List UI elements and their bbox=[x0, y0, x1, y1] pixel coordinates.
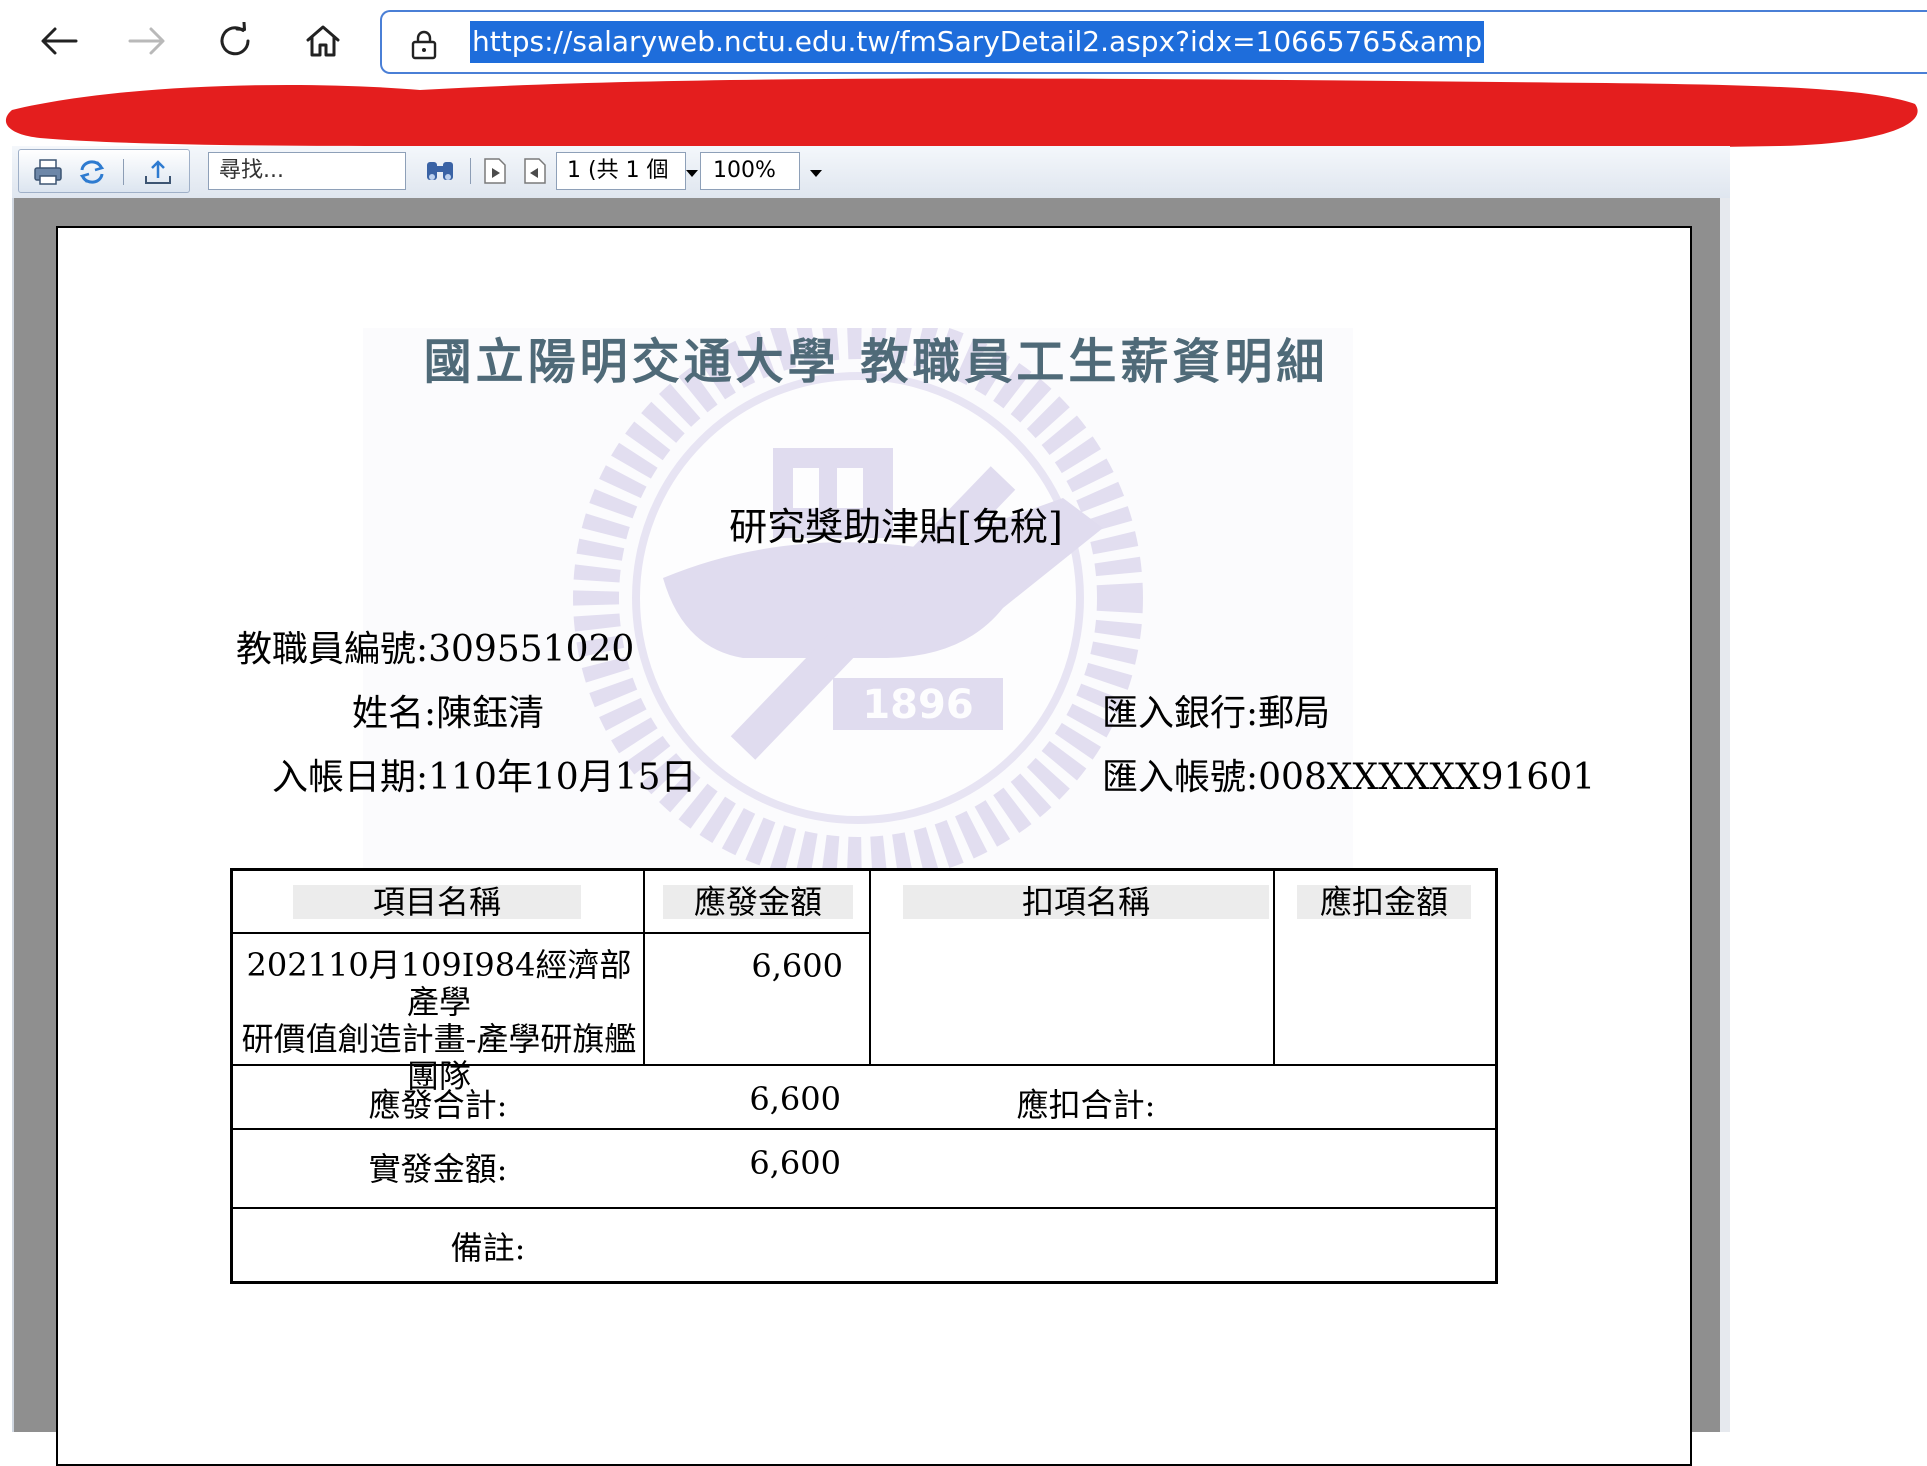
net-pay-label: 實發金額: bbox=[368, 1150, 508, 1188]
export-icon[interactable] bbox=[143, 158, 173, 186]
chevron-down-icon[interactable] bbox=[810, 170, 822, 177]
deposit-date-field: 入帳日期:110年10月15日 bbox=[272, 748, 696, 800]
name-value: 陳鈺清 bbox=[436, 693, 545, 734]
employee-id-field: 教職員編號:309551020 bbox=[236, 620, 634, 672]
reload-icon bbox=[220, 22, 250, 56]
arrow-left-icon bbox=[41, 27, 78, 55]
toolbar-separator bbox=[470, 158, 471, 184]
account-label: 匯入帳號: bbox=[1102, 757, 1259, 798]
browser-toolbar: https://salaryweb.nctu.edu.tw/fmSaryDeta… bbox=[0, 0, 1927, 86]
forward-button[interactable] bbox=[122, 16, 172, 66]
back-button[interactable] bbox=[34, 16, 84, 66]
name-field: 姓名:陳鈺清 bbox=[352, 684, 544, 736]
total-pay-value: 6,600 bbox=[749, 1080, 841, 1118]
bank-label: 匯入銀行: bbox=[1102, 693, 1259, 734]
total-deduct-label: 應扣合計: bbox=[1016, 1086, 1156, 1124]
lock-icon bbox=[411, 30, 437, 60]
bank-field: 匯入銀行:郵局 bbox=[1102, 684, 1330, 736]
table-divider bbox=[1273, 871, 1275, 1064]
url-text[interactable]: https://salaryweb.nctu.edu.tw/fmSaryDeta… bbox=[470, 21, 1485, 63]
table-divider bbox=[869, 871, 871, 1064]
seal-year-text: 1896 bbox=[862, 682, 973, 728]
last-page-icon[interactable] bbox=[520, 156, 550, 186]
report-viewer-toolbar: 尋找... 1 (共 1 個 100% bbox=[12, 146, 1730, 199]
home-button[interactable] bbox=[298, 16, 348, 66]
header-deduct-name: 扣項名稱 bbox=[903, 885, 1269, 919]
next-page-icon[interactable] bbox=[480, 156, 510, 186]
find-input[interactable]: 尋找... bbox=[208, 152, 406, 190]
home-icon bbox=[306, 25, 340, 57]
table-divider bbox=[233, 1128, 1495, 1130]
deposit-date-value: 110年10月15日 bbox=[428, 757, 697, 798]
toolbar-separator bbox=[123, 159, 124, 185]
header-pay-amount: 應發金額 bbox=[663, 885, 853, 919]
item-pay-amount: 6,600 bbox=[751, 947, 843, 985]
employee-id-value: 309551020 bbox=[428, 629, 635, 670]
report-viewer-area: 1896 國立陽明交通大學 教職員工生薪資明細 研究獎助津貼[免稅] 教職員編號… bbox=[12, 198, 1730, 1466]
table-divider bbox=[643, 871, 645, 1064]
account-value: 008XXXXXX91601 bbox=[1258, 757, 1596, 798]
report-page: 1896 國立陽明交通大學 教職員工生薪資明細 研究獎助津貼[免稅] 教職員編號… bbox=[56, 226, 1692, 1466]
deposit-date-label: 入帳日期: bbox=[272, 757, 429, 798]
report-subtitle: 研究獎助津貼[免稅] bbox=[729, 505, 1063, 549]
print-icon[interactable] bbox=[33, 158, 63, 186]
table-divider bbox=[233, 932, 871, 934]
header-item-name: 項目名稱 bbox=[293, 885, 581, 919]
arrow-right-icon bbox=[128, 27, 165, 55]
report-title: 國立陽明交通大學 教職員工生薪資明細 bbox=[423, 334, 1329, 390]
reload-button[interactable] bbox=[210, 16, 260, 66]
header-deduct-amount: 應扣金額 bbox=[1297, 885, 1471, 919]
item-name-line: 202110月109I984經濟部產學 bbox=[246, 946, 632, 1021]
page-selector[interactable]: 1 (共 1 個 bbox=[556, 152, 686, 190]
total-pay-label: 應發合計: bbox=[368, 1086, 508, 1124]
name-label: 姓名: bbox=[352, 693, 437, 734]
table-divider bbox=[233, 1207, 1495, 1209]
net-pay-value: 6,600 bbox=[749, 1144, 841, 1182]
binoculars-icon[interactable] bbox=[424, 156, 456, 186]
address-bar[interactable]: https://salaryweb.nctu.edu.tw/fmSaryDeta… bbox=[380, 10, 1927, 74]
bank-value: 郵局 bbox=[1258, 693, 1331, 734]
salary-detail-table: 項目名稱 應發金額 扣項名稱 應扣金額 202110月109I984經濟部產學 … bbox=[230, 868, 1498, 1284]
zoom-selector[interactable]: 100% bbox=[700, 152, 800, 190]
table-row: 202110月109I984經濟部產學 研價值創造計畫-產學研旗艦 團隊 bbox=[239, 947, 639, 1095]
refresh-icon[interactable] bbox=[77, 158, 107, 186]
remarks-label: 備註: bbox=[450, 1229, 526, 1267]
account-field: 匯入帳號:008XXXXXX91601 bbox=[1102, 748, 1595, 800]
chevron-down-icon[interactable] bbox=[686, 170, 698, 177]
export-button-group bbox=[18, 149, 190, 193]
employee-id-label: 教職員編號: bbox=[236, 629, 429, 670]
item-name-line: 研價值創造計畫-產學研旗艦 bbox=[241, 1020, 637, 1058]
